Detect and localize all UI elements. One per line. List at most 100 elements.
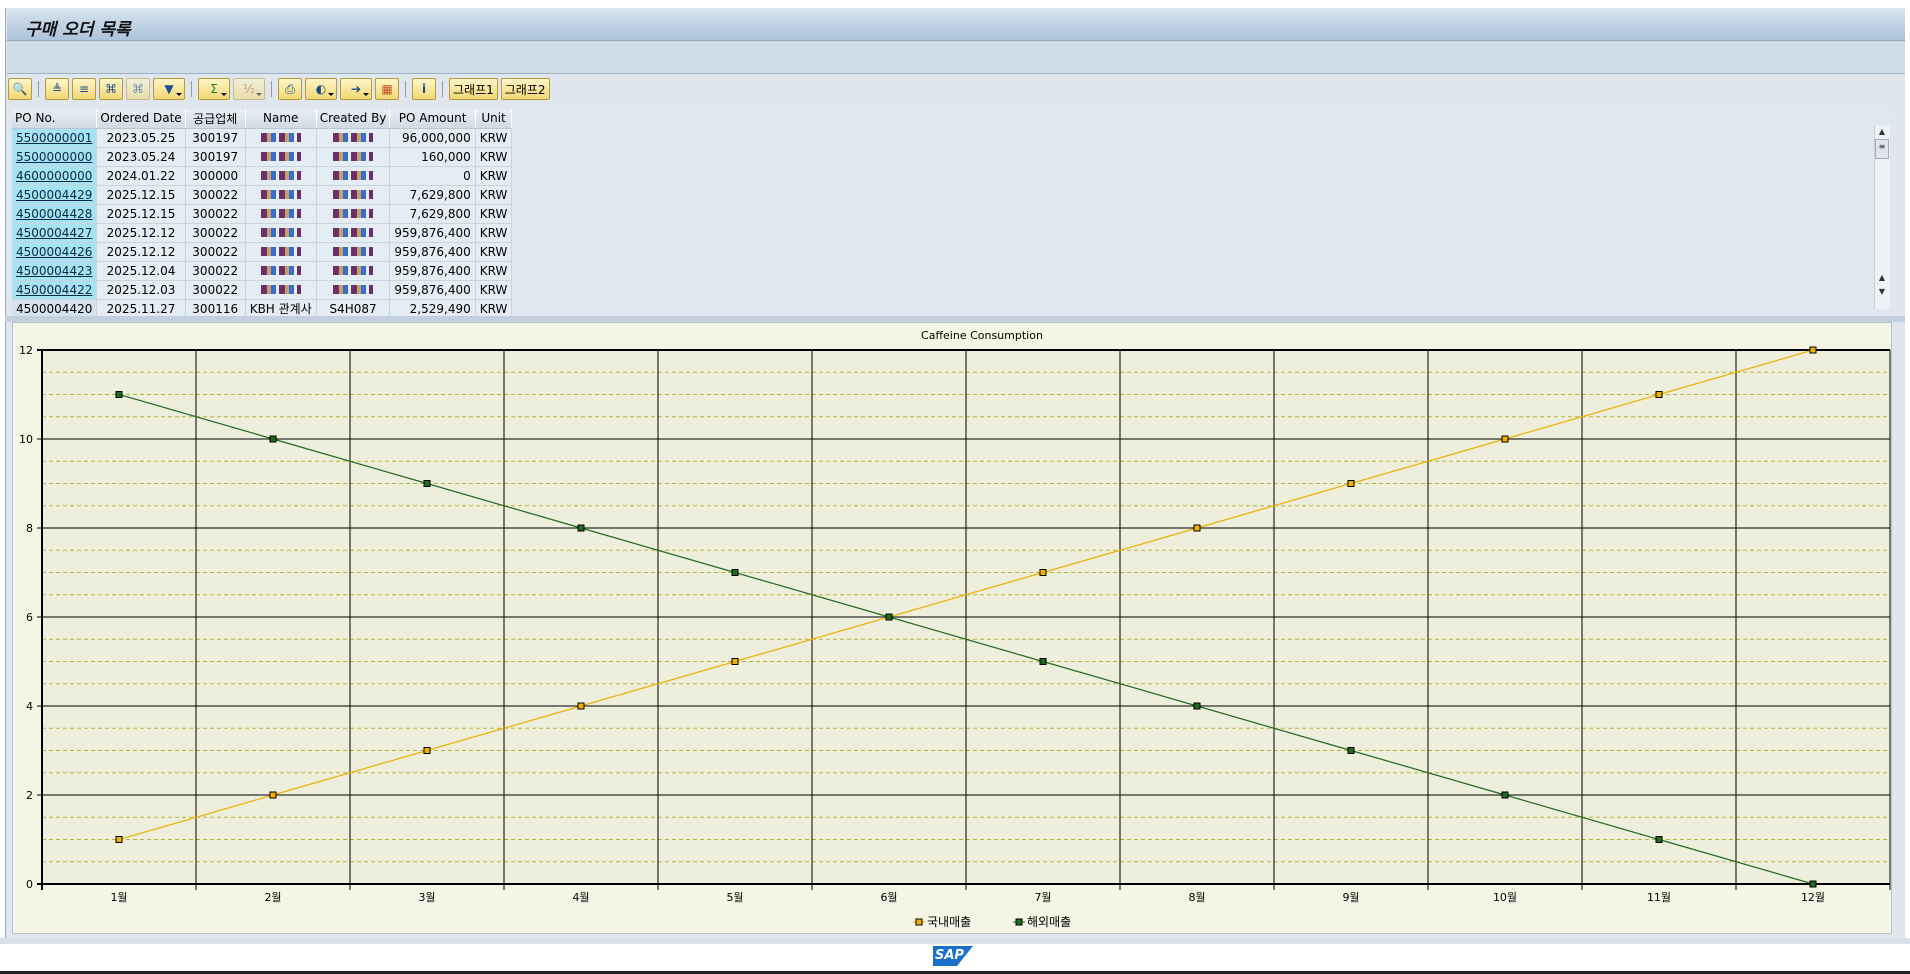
separator (405, 81, 406, 97)
separator (271, 81, 272, 97)
redacted-content (333, 265, 374, 275)
y-tick-label: 12 (19, 344, 33, 357)
sum-button[interactable]: Σ (198, 78, 230, 100)
x-tick-label: 1월 (110, 891, 127, 904)
data-point (1809, 880, 1817, 888)
find-button[interactable]: ⌘ (99, 78, 123, 100)
vendor: 300022 (185, 223, 246, 243)
po-number-link[interactable]: 4600000000 (12, 166, 98, 186)
scroll-down-icon[interactable]: ▼ (1875, 285, 1889, 299)
table-row: 4500004428 2025.12.15 300022 7,629,800 KRW (12, 204, 513, 224)
column-header[interactable]: Name (245, 109, 317, 129)
details-button[interactable]: 🔍 (8, 78, 32, 100)
redacted-content (333, 284, 374, 294)
vendor: 300022 (185, 280, 246, 300)
views-button[interactable]: ◐ (305, 78, 337, 100)
legend-label: 해외매출 (1027, 915, 1071, 929)
export-button[interactable]: ➔ (340, 78, 372, 100)
po-number-link[interactable]: 4500004427 (12, 223, 98, 243)
po-number-link[interactable]: 5500000000 (12, 147, 98, 167)
scroll-up-icon[interactable]: ▲ (1875, 125, 1889, 139)
graph2-button[interactable]: 그래프2 (500, 78, 550, 100)
filter-button[interactable]: ▼ (153, 78, 185, 100)
po-amount: 160,000 (389, 147, 476, 167)
unit: KRW (475, 147, 513, 167)
name (245, 242, 317, 262)
sort-descending-button[interactable]: ≡ (72, 78, 96, 100)
scroll-up-icon[interactable]: ▲ (1875, 271, 1889, 285)
po-amount: 0 (389, 166, 476, 186)
column-header[interactable]: PO No. (12, 109, 98, 129)
po-number-link[interactable]: 4500004423 (12, 261, 98, 281)
y-tick-label: 0 (26, 878, 33, 891)
subtotal-button[interactable]: ½ (233, 78, 265, 100)
data-point (423, 747, 431, 754)
unit: KRW (475, 204, 513, 224)
data-point (1039, 658, 1047, 665)
chart-title: Caffeine Consumption (921, 329, 1043, 342)
table-row: 4500004429 2025.12.15 300022 7,629,800 KRW (12, 185, 513, 205)
scroll-thumb[interactable]: ≡ (1875, 139, 1889, 159)
po-number-link[interactable]: 4500004426 (12, 242, 98, 262)
created-by (316, 147, 391, 167)
ordered-date: 2025.12.03 (96, 280, 186, 300)
data-point (577, 702, 585, 710)
name (245, 166, 317, 186)
data-point (1347, 480, 1355, 487)
column-header[interactable]: Ordered Date (96, 109, 186, 129)
name (245, 128, 317, 148)
data-point (115, 836, 123, 843)
ordered-date: 2025.12.12 (96, 242, 186, 262)
ordered-date: 2023.05.25 (96, 128, 186, 148)
table-row: 4600000000 2024.01.22 300000 0 KRW (12, 166, 513, 186)
unit: KRW (475, 242, 513, 262)
data-point (269, 435, 277, 443)
column-header[interactable]: PO Amount (389, 109, 476, 129)
table-row: 4500004426 2025.12.12 300022 959,876,400 KRW (12, 242, 513, 262)
data-point (269, 791, 277, 799)
po-amount: 959,876,400 (389, 242, 476, 262)
y-tick-label: 8 (26, 522, 33, 535)
ordered-date: 2025.12.04 (96, 261, 186, 281)
po-number-link[interactable]: 4500004422 (12, 280, 98, 300)
created-by (316, 128, 391, 148)
application-toolbar (7, 41, 1905, 74)
redacted-content (260, 189, 301, 199)
table-row: 5500000001 2023.05.25 300197 96,000,000 KRW (12, 128, 513, 148)
name (245, 204, 317, 224)
ordered-date: 2024.01.22 (96, 166, 186, 186)
vertical-scrollbar[interactable]: ▲ ≡ ▲ ▼ (1874, 125, 1890, 309)
po-number-link[interactable]: 4500004429 (12, 185, 98, 205)
x-tick-label: 6월 (880, 891, 897, 904)
data-point (423, 480, 431, 487)
print-button[interactable]: ⎙ (278, 78, 302, 100)
column-header[interactable]: Created By (316, 109, 391, 129)
vendor: 300022 (185, 185, 246, 205)
po-number-link[interactable]: 5500000001 (12, 128, 98, 148)
column-header[interactable]: Unit (475, 109, 513, 129)
redacted-content (260, 151, 301, 161)
sort-ascending-button[interactable]: ≜ (45, 78, 69, 100)
po-number-link[interactable]: 4500004428 (12, 204, 98, 224)
unit: KRW (475, 280, 513, 300)
data-point (1501, 791, 1509, 799)
find-next-button[interactable]: ⌘ (126, 78, 150, 100)
data-point (731, 569, 739, 576)
unit: KRW (475, 223, 513, 243)
x-tick-label: 7월 (1034, 891, 1051, 904)
line-chart: 0 2 4 6 8 10 12 1월 2월 3월 4월 5월 6월 7월 8월 9월 10월 11월 12월 Caff… (12, 322, 1892, 934)
info-button[interactable]: i (412, 78, 436, 100)
y-tick-label: 4 (26, 700, 33, 713)
separator (38, 81, 39, 97)
column-header[interactable]: 공급업체 (185, 109, 246, 129)
name (245, 223, 317, 243)
created-by (316, 204, 391, 224)
po-amount: 959,876,400 (389, 223, 476, 243)
vendor: 300022 (185, 204, 246, 224)
graph1-button[interactable]: 그래프1 (449, 78, 498, 100)
legend-marker (1015, 918, 1023, 926)
created-by (316, 242, 391, 262)
created-by (316, 185, 391, 205)
data-point (1347, 747, 1355, 754)
layout-button[interactable]: ▦ (375, 78, 399, 100)
